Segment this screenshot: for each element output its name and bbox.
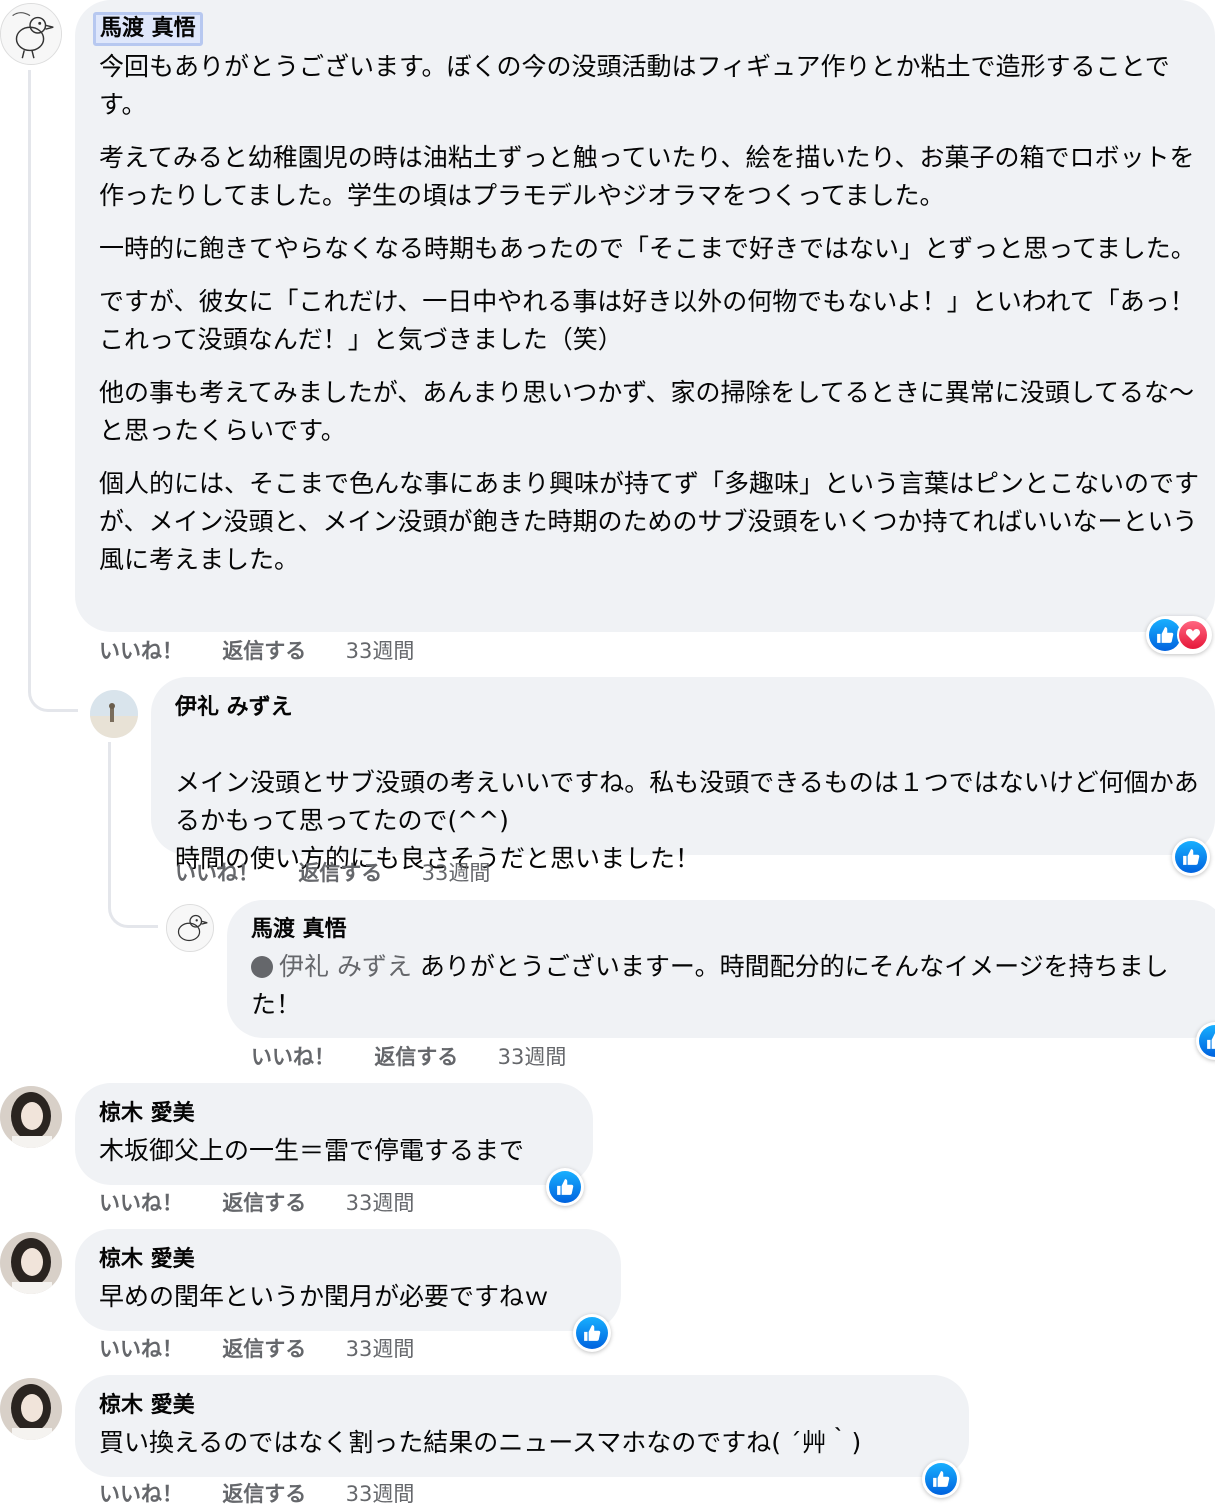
comment-author[interactable]: 伊礼 みずえ: [175, 694, 293, 722]
reply-link[interactable]: 返信する: [298, 859, 382, 887]
comment-paragraph: 買い換えるのではなく割った結果のニュースマホなのですね( ´艸｀): [99, 1428, 862, 1457]
comment-paragraph: ですが、彼女に「これだけ、一日中やれる事は好き以外の何物でもないよ！」といわれて…: [99, 287, 1195, 354]
like-link[interactable]: いいね！: [175, 859, 259, 887]
like-icon: [549, 1171, 581, 1203]
reaction-summary[interactable]: [546, 1168, 584, 1206]
timestamp[interactable]: 33週間: [346, 637, 415, 665]
like-icon: [576, 1317, 608, 1349]
comment-text: 今回もありがとうございます。ぼくの今の没頭活動はフィギュア作りとか粘土で造形する…: [99, 48, 1209, 579]
avatar[interactable]: [0, 1232, 62, 1294]
reply-link[interactable]: 返信する: [222, 637, 306, 665]
comment-text: 早めの閏年というか閏月が必要ですねｗ: [99, 1278, 614, 1316]
timestamp[interactable]: 33週間: [498, 1043, 567, 1071]
avatar[interactable]: [0, 3, 62, 65]
comment-actions: いいね！ 返信する 33週間: [175, 859, 490, 887]
comment-text: 買い換えるのではなく割った結果のニュースマホなのですね( ´艸｀): [99, 1424, 961, 1462]
comment-paragraph: 木坂御父上の一生＝雷で停電するまで: [99, 1136, 525, 1165]
comment-paragraph: 今回もありがとうございます。ぼくの今の没頭活動はフィギュア作りとか粘土で造形する…: [99, 52, 1170, 119]
comment-author[interactable]: 椋木 愛美: [99, 1246, 195, 1274]
avatar[interactable]: [0, 1378, 62, 1440]
comment-actions: いいね！ 返信する 33週間: [99, 637, 414, 665]
bird-sketch-avatar-image: [167, 905, 213, 951]
timestamp[interactable]: 33週間: [422, 859, 491, 887]
reaction-summary[interactable]: [573, 1314, 611, 1352]
like-link[interactable]: いいね！: [99, 637, 183, 665]
like-link[interactable]: いいね！: [251, 1043, 335, 1071]
reply-link[interactable]: 返信する: [374, 1043, 458, 1071]
reply-link[interactable]: 返信する: [222, 1189, 306, 1217]
like-link[interactable]: いいね！: [99, 1335, 183, 1363]
comment-author[interactable]: 椋木 愛美: [99, 1392, 195, 1420]
comment-actions: いいね！ 返信する 33週間: [251, 1043, 566, 1071]
timestamp[interactable]: 33週間: [346, 1335, 415, 1363]
avatar[interactable]: [90, 690, 138, 738]
bird-sketch-avatar-image: [1, 4, 61, 64]
comment-paragraph: 一時的に飽きてやらなくなる時期もあったので「そこまで好きではない」とずっと思って…: [99, 234, 1196, 263]
portrait-avatar-image: [0, 1378, 62, 1440]
comment-author[interactable]: 馬渡 真悟: [93, 12, 203, 46]
comment-text: 伊礼 みずえ ありがとうございますー。時間配分的にそんなイメージを持ちました！: [251, 948, 1211, 1024]
comment-text: 木坂御父上の一生＝雷で停電するまで: [99, 1132, 589, 1170]
timestamp[interactable]: 33週間: [346, 1189, 415, 1217]
like-link[interactable]: いいね！: [99, 1480, 183, 1508]
love-icon: [1177, 619, 1209, 651]
comment-text: メイン没頭とサブ没頭の考えいいですね。私も没頭できるものは１つではないけど何個か…: [175, 726, 1210, 916]
mention-link[interactable]: 伊礼 みずえ: [279, 952, 412, 981]
comment-author[interactable]: 椋木 愛美: [99, 1100, 195, 1128]
timestamp[interactable]: 33週間: [346, 1480, 415, 1508]
reply-link[interactable]: 返信する: [222, 1480, 306, 1508]
avatar[interactable]: [0, 1086, 62, 1148]
reaction-summary[interactable]: [922, 1460, 960, 1498]
like-icon: [1199, 1025, 1215, 1057]
comment-paragraph: 考えてみると幼稚園児の時は油粘土ずっと触っていたり、絵を描いたり、お菓子の箱でロ…: [99, 143, 1195, 210]
like-icon: [925, 1463, 957, 1495]
reaction-summary[interactable]: [1172, 838, 1210, 876]
like-link[interactable]: いいね！: [99, 1189, 183, 1217]
portrait-avatar-image: [0, 1232, 62, 1294]
beach-photo-avatar-image: [90, 690, 138, 738]
thread-line: [28, 70, 78, 712]
reaction-summary[interactable]: [1146, 616, 1212, 654]
comment-actions: いいね！ 返信する 33週間: [99, 1335, 414, 1363]
comment-paragraph: 個人的には、そこまで色んな事にあまり興味が持てず「多趣味」という言葉はピンとこな…: [99, 469, 1200, 574]
avatar[interactable]: [166, 904, 214, 952]
comment-paragraph: 早めの閏年というか閏月が必要ですねｗ: [99, 1282, 550, 1311]
like-icon: [1175, 841, 1207, 873]
portrait-avatar-image: [0, 1086, 62, 1148]
reply-link[interactable]: 返信する: [222, 1335, 306, 1363]
comment-actions: いいね！ 返信する 33週間: [99, 1480, 414, 1508]
mention-icon: [251, 956, 273, 978]
comment-author[interactable]: 馬渡 真悟: [251, 916, 347, 944]
comment-paragraph: 他の事も考えてみましたが、あんまり思いつかず、家の掃除をしてるときに異常に没頭し…: [99, 378, 1195, 445]
comment-actions: いいね！ 返信する 33週間: [99, 1189, 414, 1217]
